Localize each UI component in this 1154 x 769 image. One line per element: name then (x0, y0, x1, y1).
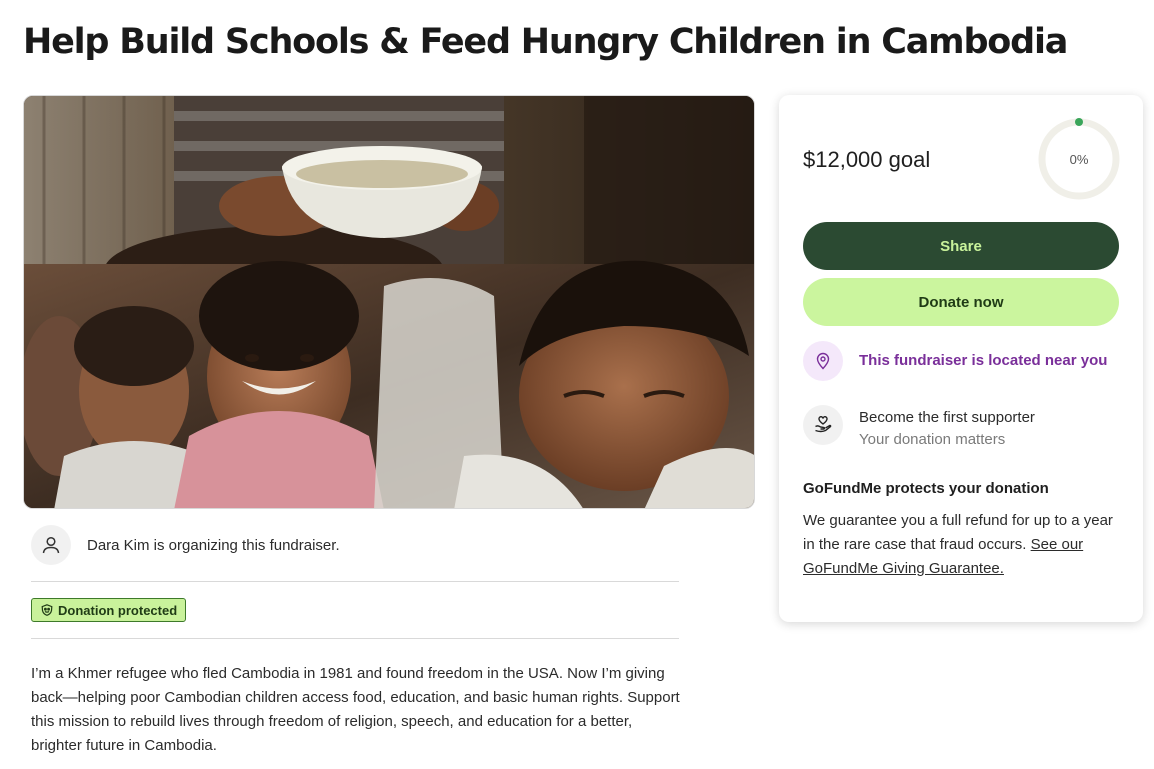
location-row: This fundraiser is located near you (803, 341, 1107, 381)
user-icon (31, 525, 71, 565)
supporter-title: Become the first supporter (859, 409, 1035, 426)
organizer-text: Dara Kim is organizing this fundraiser. (87, 536, 340, 554)
protect-body: We guarantee you a full refund for up to… (803, 509, 1121, 581)
divider (31, 638, 679, 639)
heart-hand-icon (803, 405, 843, 445)
share-button[interactable]: Share (803, 222, 1119, 270)
badge-label: Donation protected (58, 602, 178, 618)
donation-protected-badge[interactable]: Donation protected (31, 598, 187, 622)
donation-card: $12,000 goal 0% Share Donate now This fu… (779, 95, 1143, 622)
page-title: Help Build Schools & Feed Hungry Childre… (23, 22, 1068, 62)
shield-icon (41, 604, 53, 616)
donate-now-button[interactable]: Donate now (803, 278, 1119, 326)
progress-percent: 0% (1069, 151, 1089, 167)
supporter-row: Become the first supporter Your donation… (803, 405, 1035, 451)
organizer-row: Dara Kim is organizing this fundraiser. (31, 525, 340, 565)
divider (31, 581, 679, 582)
location-text: This fundraiser is located near you (859, 352, 1108, 369)
story-text: I’m a Khmer refugee who fled Cambodia in… (31, 665, 680, 754)
protect-heading: GoFundMe protects your donation (803, 480, 1049, 497)
hero-image[interactable] (23, 95, 755, 509)
location-pin-icon (803, 341, 843, 381)
supporter-subtitle: Your donation matters (859, 431, 1006, 448)
goal-amount: $12,000 goal (803, 147, 931, 172)
